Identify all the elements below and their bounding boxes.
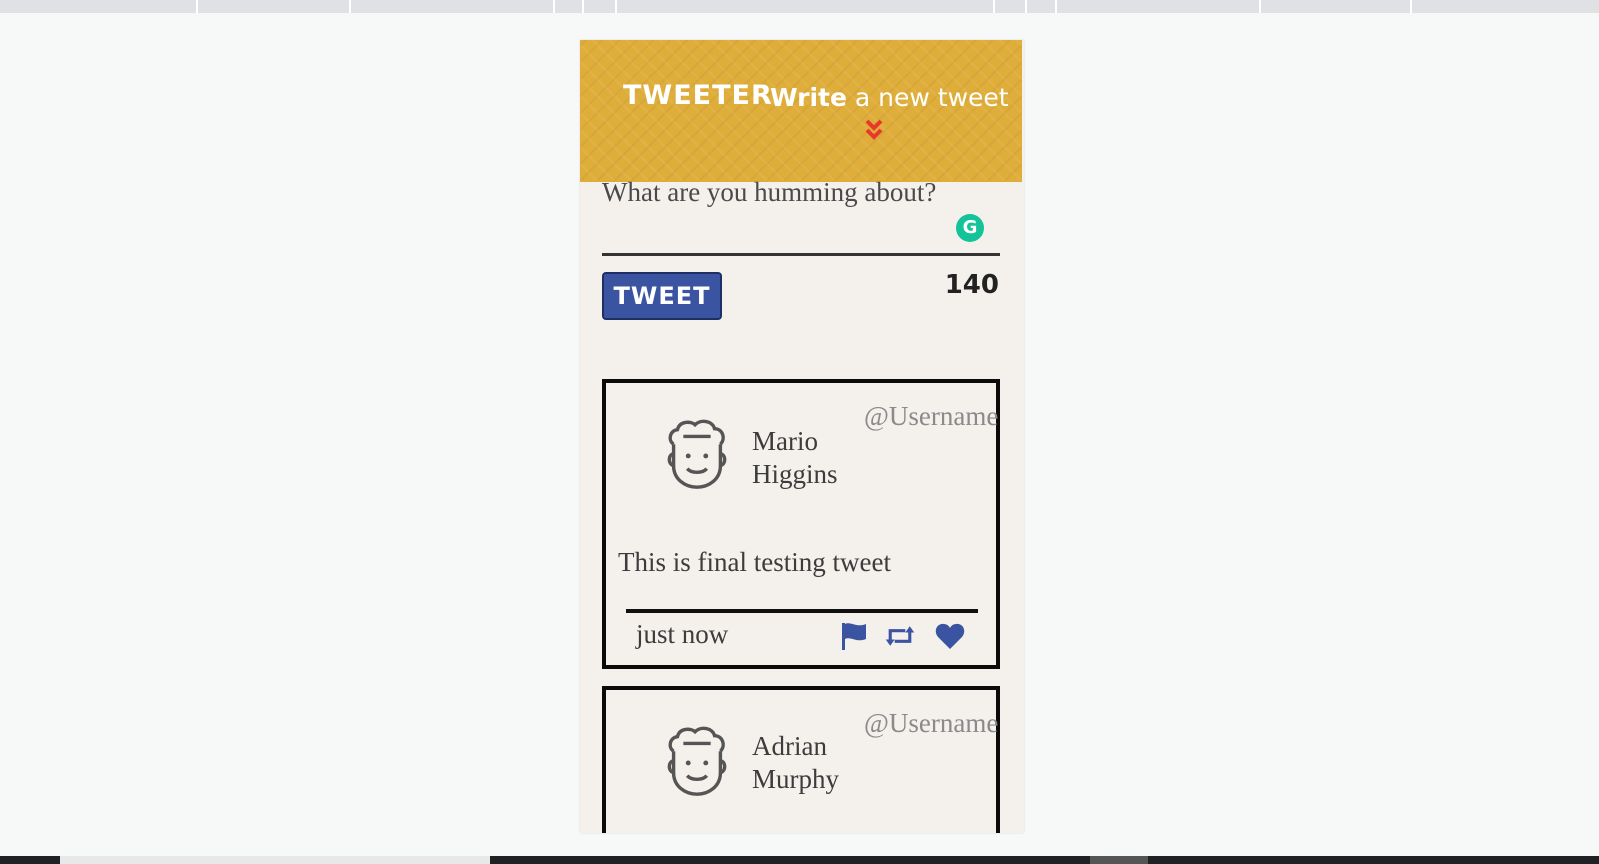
author-last-name: Higgins	[752, 459, 838, 489]
grammarly-icon[interactable]: G	[956, 214, 984, 242]
tweet-divider	[626, 609, 978, 613]
tweet-content: This is final testing tweet	[618, 547, 891, 577]
compose-toggle-bold: Write	[770, 83, 847, 112]
browser-top-strip	[0, 0, 1599, 13]
strip-divider	[1025, 0, 1027, 13]
author-name: Adrian Murphy	[752, 730, 862, 796]
avatar-icon	[667, 419, 727, 489]
app-header: TWEETER Write a new tweet	[580, 40, 1022, 182]
strip-divider	[349, 0, 351, 13]
avatar-icon	[667, 726, 727, 796]
compose-toggle-rest: a new tweet	[854, 83, 1009, 112]
strip-divider	[582, 0, 584, 13]
tweet-textarea[interactable]: What are you humming about?	[602, 177, 936, 208]
author-last-name: Murphy	[752, 764, 839, 794]
taskbar	[0, 856, 1599, 864]
author-handle: @Username	[864, 401, 999, 431]
author-first-name: Mario	[752, 426, 818, 456]
strip-divider	[993, 0, 995, 13]
scrollbar-thumb[interactable]	[1090, 856, 1148, 864]
author-first-name: Adrian	[752, 731, 827, 761]
double-chevron-down-icon[interactable]	[863, 118, 885, 142]
retweet-icon[interactable]	[884, 620, 916, 652]
author-handle: @Username	[864, 708, 999, 738]
taskbar-segment	[60, 856, 490, 864]
strip-divider	[1259, 0, 1261, 13]
strip-divider	[553, 0, 555, 13]
heart-icon[interactable]	[934, 620, 966, 652]
strip-divider	[1410, 0, 1412, 13]
strip-divider	[615, 0, 617, 13]
compose-underline	[602, 253, 1000, 256]
compose-toggle[interactable]: Write a new tweet	[770, 83, 1009, 112]
tweet-timestamp: just now	[636, 619, 729, 649]
char-counter: 140	[944, 270, 999, 300]
tweeter-app: TWEETER Write a new tweet What are you h…	[580, 40, 1024, 833]
tweet-card: Adrian Murphy @Username	[602, 686, 1000, 833]
author-name: Mario Higgins	[752, 425, 862, 491]
brand-logo[interactable]: TWEETER	[623, 80, 773, 111]
flag-icon[interactable]	[838, 620, 870, 652]
strip-divider	[1055, 0, 1057, 13]
strip-divider	[196, 0, 198, 13]
tweet-card: Mario Higgins @Username This is final te…	[602, 379, 1000, 669]
tweet-button[interactable]: TWEET	[602, 272, 722, 320]
